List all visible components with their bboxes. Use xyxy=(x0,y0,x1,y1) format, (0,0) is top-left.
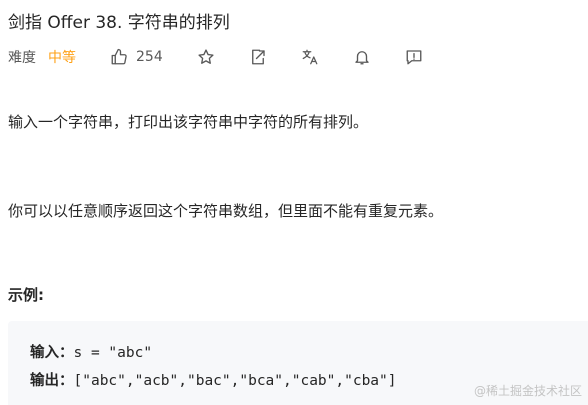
feedback-button[interactable] xyxy=(405,48,423,66)
input-label: 输入： xyxy=(30,345,74,361)
problem-title: 剑指 Offer 38. 字符串的排列 xyxy=(8,13,230,33)
translate-button[interactable] xyxy=(301,48,319,66)
share-button[interactable] xyxy=(249,48,267,66)
difficulty-label: 难度 xyxy=(8,50,36,66)
thumbs-up-icon xyxy=(110,48,128,66)
input-value: s = "abc" xyxy=(73,345,153,361)
star-icon xyxy=(197,48,215,66)
translate-icon xyxy=(301,48,319,66)
difficulty-badge: 中等 xyxy=(48,50,76,66)
bell-icon xyxy=(353,48,371,66)
like-count: 254 xyxy=(136,49,163,65)
watermark: @稀土掘金技术社区 xyxy=(473,384,582,398)
problem-meta-bar: 难度 中等 254 xyxy=(8,46,423,68)
like-button[interactable]: 254 xyxy=(110,48,163,66)
description-paragraph-1: 输入一个字符串，打印出该字符串中字符的所有排列。 xyxy=(8,113,369,131)
description-paragraph-2: 你可以以任意顺序返回这个字符串数组，但里面不能有重复元素。 xyxy=(8,202,444,220)
output-value: ["abc","acb","bac","bca","cab","cba"] xyxy=(73,373,397,389)
favorite-button[interactable] xyxy=(197,48,215,66)
share-icon xyxy=(249,48,267,66)
example-heading: 示例: xyxy=(8,286,44,304)
feedback-icon xyxy=(405,48,423,66)
output-label: 输出： xyxy=(30,373,74,389)
example-output-line: 输出：["abc","acb","bac","bca","cab","cba"] xyxy=(30,369,397,390)
example-input-line: 输入：s = "abc" xyxy=(30,341,152,362)
notify-button[interactable] xyxy=(353,48,371,66)
